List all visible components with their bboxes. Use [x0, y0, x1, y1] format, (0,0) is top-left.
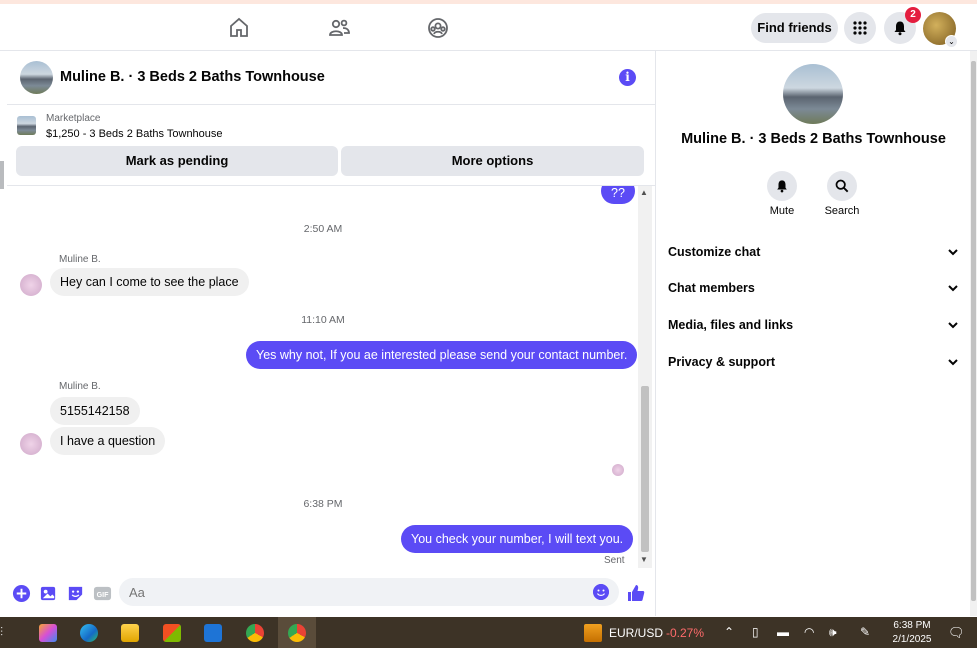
media-files-links-row[interactable]: Media, files and links — [668, 314, 960, 336]
chevron-down-icon — [948, 359, 958, 366]
groups-icon[interactable] — [426, 16, 450, 40]
mute-label: Mute — [769, 205, 795, 217]
message-bubble-outgoing[interactable]: Yes why not, If you ae interested please… — [246, 341, 638, 369]
left-scroll-gutter — [0, 145, 7, 197]
sender-name: Muline B. — [59, 254, 101, 265]
message-bubble-outgoing[interactable]: You check your number, I will text you. — [401, 525, 634, 553]
file-explorer-icon[interactable] — [121, 624, 139, 642]
copilot-icon[interactable] — [39, 624, 57, 642]
device-icon[interactable]: ▯ — [752, 625, 759, 639]
chevron-down-icon — [948, 249, 958, 256]
message-bubble-incoming[interactable]: Hey can I come to see the place — [50, 268, 249, 296]
message-bubble-incoming[interactable]: I have a question — [50, 427, 166, 455]
info-icon[interactable]: i — [619, 69, 636, 86]
chevron-up-icon[interactable]: ⌃ — [724, 625, 734, 639]
chevron-down-icon[interactable]: ⌄ — [945, 35, 958, 48]
bell-icon — [894, 21, 906, 36]
message-input-box[interactable] — [119, 578, 619, 606]
gif-icon[interactable]: GIF — [93, 584, 112, 603]
chevron-down-icon — [948, 285, 958, 292]
conversation-info-panel: Muline B. · 3 Beds 2 Baths Townhouse Mut… — [655, 51, 970, 616]
photo-icon[interactable] — [39, 584, 58, 603]
search-icon — [827, 171, 857, 201]
mark-pending-button[interactable]: Mark as pending — [16, 146, 338, 176]
seen-indicator-avatar — [612, 464, 624, 476]
chrome-icon[interactable] — [288, 624, 306, 642]
notification-center-icon[interactable]: 🗨 — [948, 625, 965, 641]
row-label: Privacy & support — [668, 355, 775, 369]
chat-header: Muline B. · 3 Beds 2 Baths Townhouse i — [7, 51, 655, 105]
top-navigation: Find friends 2 ⌄ — [0, 4, 977, 51]
find-friends-button[interactable]: Find friends — [751, 13, 838, 43]
pen-icon[interactable]: ✎ — [860, 625, 870, 639]
mail-icon[interactable] — [204, 624, 222, 642]
store-icon[interactable] — [163, 624, 181, 642]
scroll-thumb[interactable] — [641, 386, 649, 552]
ticker-change[interactable]: -0.27% — [666, 626, 704, 640]
ticker-symbol[interactable]: EUR/USD — [609, 626, 663, 640]
chat-title[interactable]: Muline B. · 3 Beds 2 Baths Townhouse — [60, 69, 325, 85]
page-scroll-thumb[interactable] — [971, 61, 976, 601]
friends-icon[interactable] — [327, 16, 351, 40]
home-icon[interactable] — [227, 16, 251, 40]
timestamp: 2:50 AM — [303, 223, 343, 235]
search-label: Search — [824, 205, 860, 217]
menu-button[interactable] — [844, 12, 876, 44]
sent-status: Sent — [604, 555, 625, 566]
listing-thumbnail[interactable] — [17, 116, 36, 135]
bell-icon — [767, 171, 797, 201]
conversation-title: Muline B. · 3 Beds 2 Baths Townhouse — [681, 131, 946, 147]
chat-members-row[interactable]: Chat members — [668, 277, 960, 299]
taskbar: ⫶ EUR/USD -0.27% ⌃ ▯ ▬ ◠ 🕪 ✎ 6:38 PM 2/1… — [0, 617, 977, 648]
customize-chat-row[interactable]: Customize chat — [668, 241, 960, 263]
battery-icon[interactable]: ▬ — [777, 625, 789, 639]
timestamp: 11:10 AM — [301, 314, 345, 326]
clock-date: 2/1/2025 — [892, 634, 932, 645]
scroll-up-arrow-icon[interactable]: ▲ — [640, 188, 648, 197]
message-input[interactable] — [119, 578, 579, 606]
left-scroll-thumb[interactable] — [0, 161, 4, 189]
sender-avatar[interactable] — [20, 433, 42, 455]
task-view-icon[interactable]: ⫶ — [0, 625, 3, 640]
wifi-icon[interactable]: ◠ — [804, 625, 814, 639]
row-label: Media, files and links — [668, 318, 794, 332]
plus-icon[interactable] — [12, 584, 31, 603]
chevron-down-icon — [948, 322, 958, 329]
emoji-icon[interactable] — [593, 584, 609, 600]
search-button[interactable]: Search — [812, 171, 872, 217]
listing-avatar[interactable] — [20, 61, 53, 94]
sticker-icon[interactable] — [66, 584, 85, 603]
svg-text:GIF: GIF — [97, 591, 110, 599]
listing-title[interactable]: $1,250 - 3 Beds 2 Baths Townhouse — [46, 128, 223, 140]
message-bubble-incoming[interactable]: 5155142158 — [50, 397, 140, 425]
clock[interactable]: 6:38 PM 2/1/2025 — [874, 619, 950, 647]
timestamp: 6:38 PM — [303, 498, 343, 510]
message-composer: GIF — [7, 572, 655, 616]
privacy-support-row[interactable]: Privacy & support — [668, 351, 960, 373]
notification-badge: 2 — [905, 7, 921, 23]
thumbs-up-icon[interactable] — [626, 583, 646, 603]
marketplace-bar: Marketplace $1,250 - 3 Beds 2 Baths Town… — [7, 106, 655, 186]
chrome-profile-icon[interactable] — [246, 624, 264, 642]
row-label: Chat members — [668, 281, 755, 295]
grid-menu-icon — [853, 21, 867, 35]
page-scrollbar[interactable] — [970, 51, 977, 616]
sender-avatar[interactable] — [20, 274, 42, 296]
listing-avatar-large[interactable] — [783, 64, 843, 124]
row-label: Customize chat — [668, 245, 761, 259]
clock-time: 6:38 PM — [893, 620, 931, 631]
message-scrollbar[interactable]: ▲ ▼ — [638, 186, 652, 568]
volume-icon[interactable]: 🕪 — [829, 625, 837, 640]
currency-icon[interactable] — [584, 624, 602, 642]
more-options-button[interactable]: More options — [341, 146, 644, 176]
mute-button[interactable]: Mute — [752, 171, 812, 217]
message-bubble-outgoing[interactable]: ?? — [601, 186, 635, 204]
message-thread: ?? 2:50 AM Muline B. Hey can I come to s… — [7, 186, 655, 570]
scroll-down-arrow-icon[interactable]: ▼ — [640, 555, 648, 564]
marketplace-label: Marketplace — [46, 113, 101, 124]
sender-name: Muline B. — [59, 381, 101, 392]
edge-browser-icon[interactable] — [80, 624, 98, 642]
